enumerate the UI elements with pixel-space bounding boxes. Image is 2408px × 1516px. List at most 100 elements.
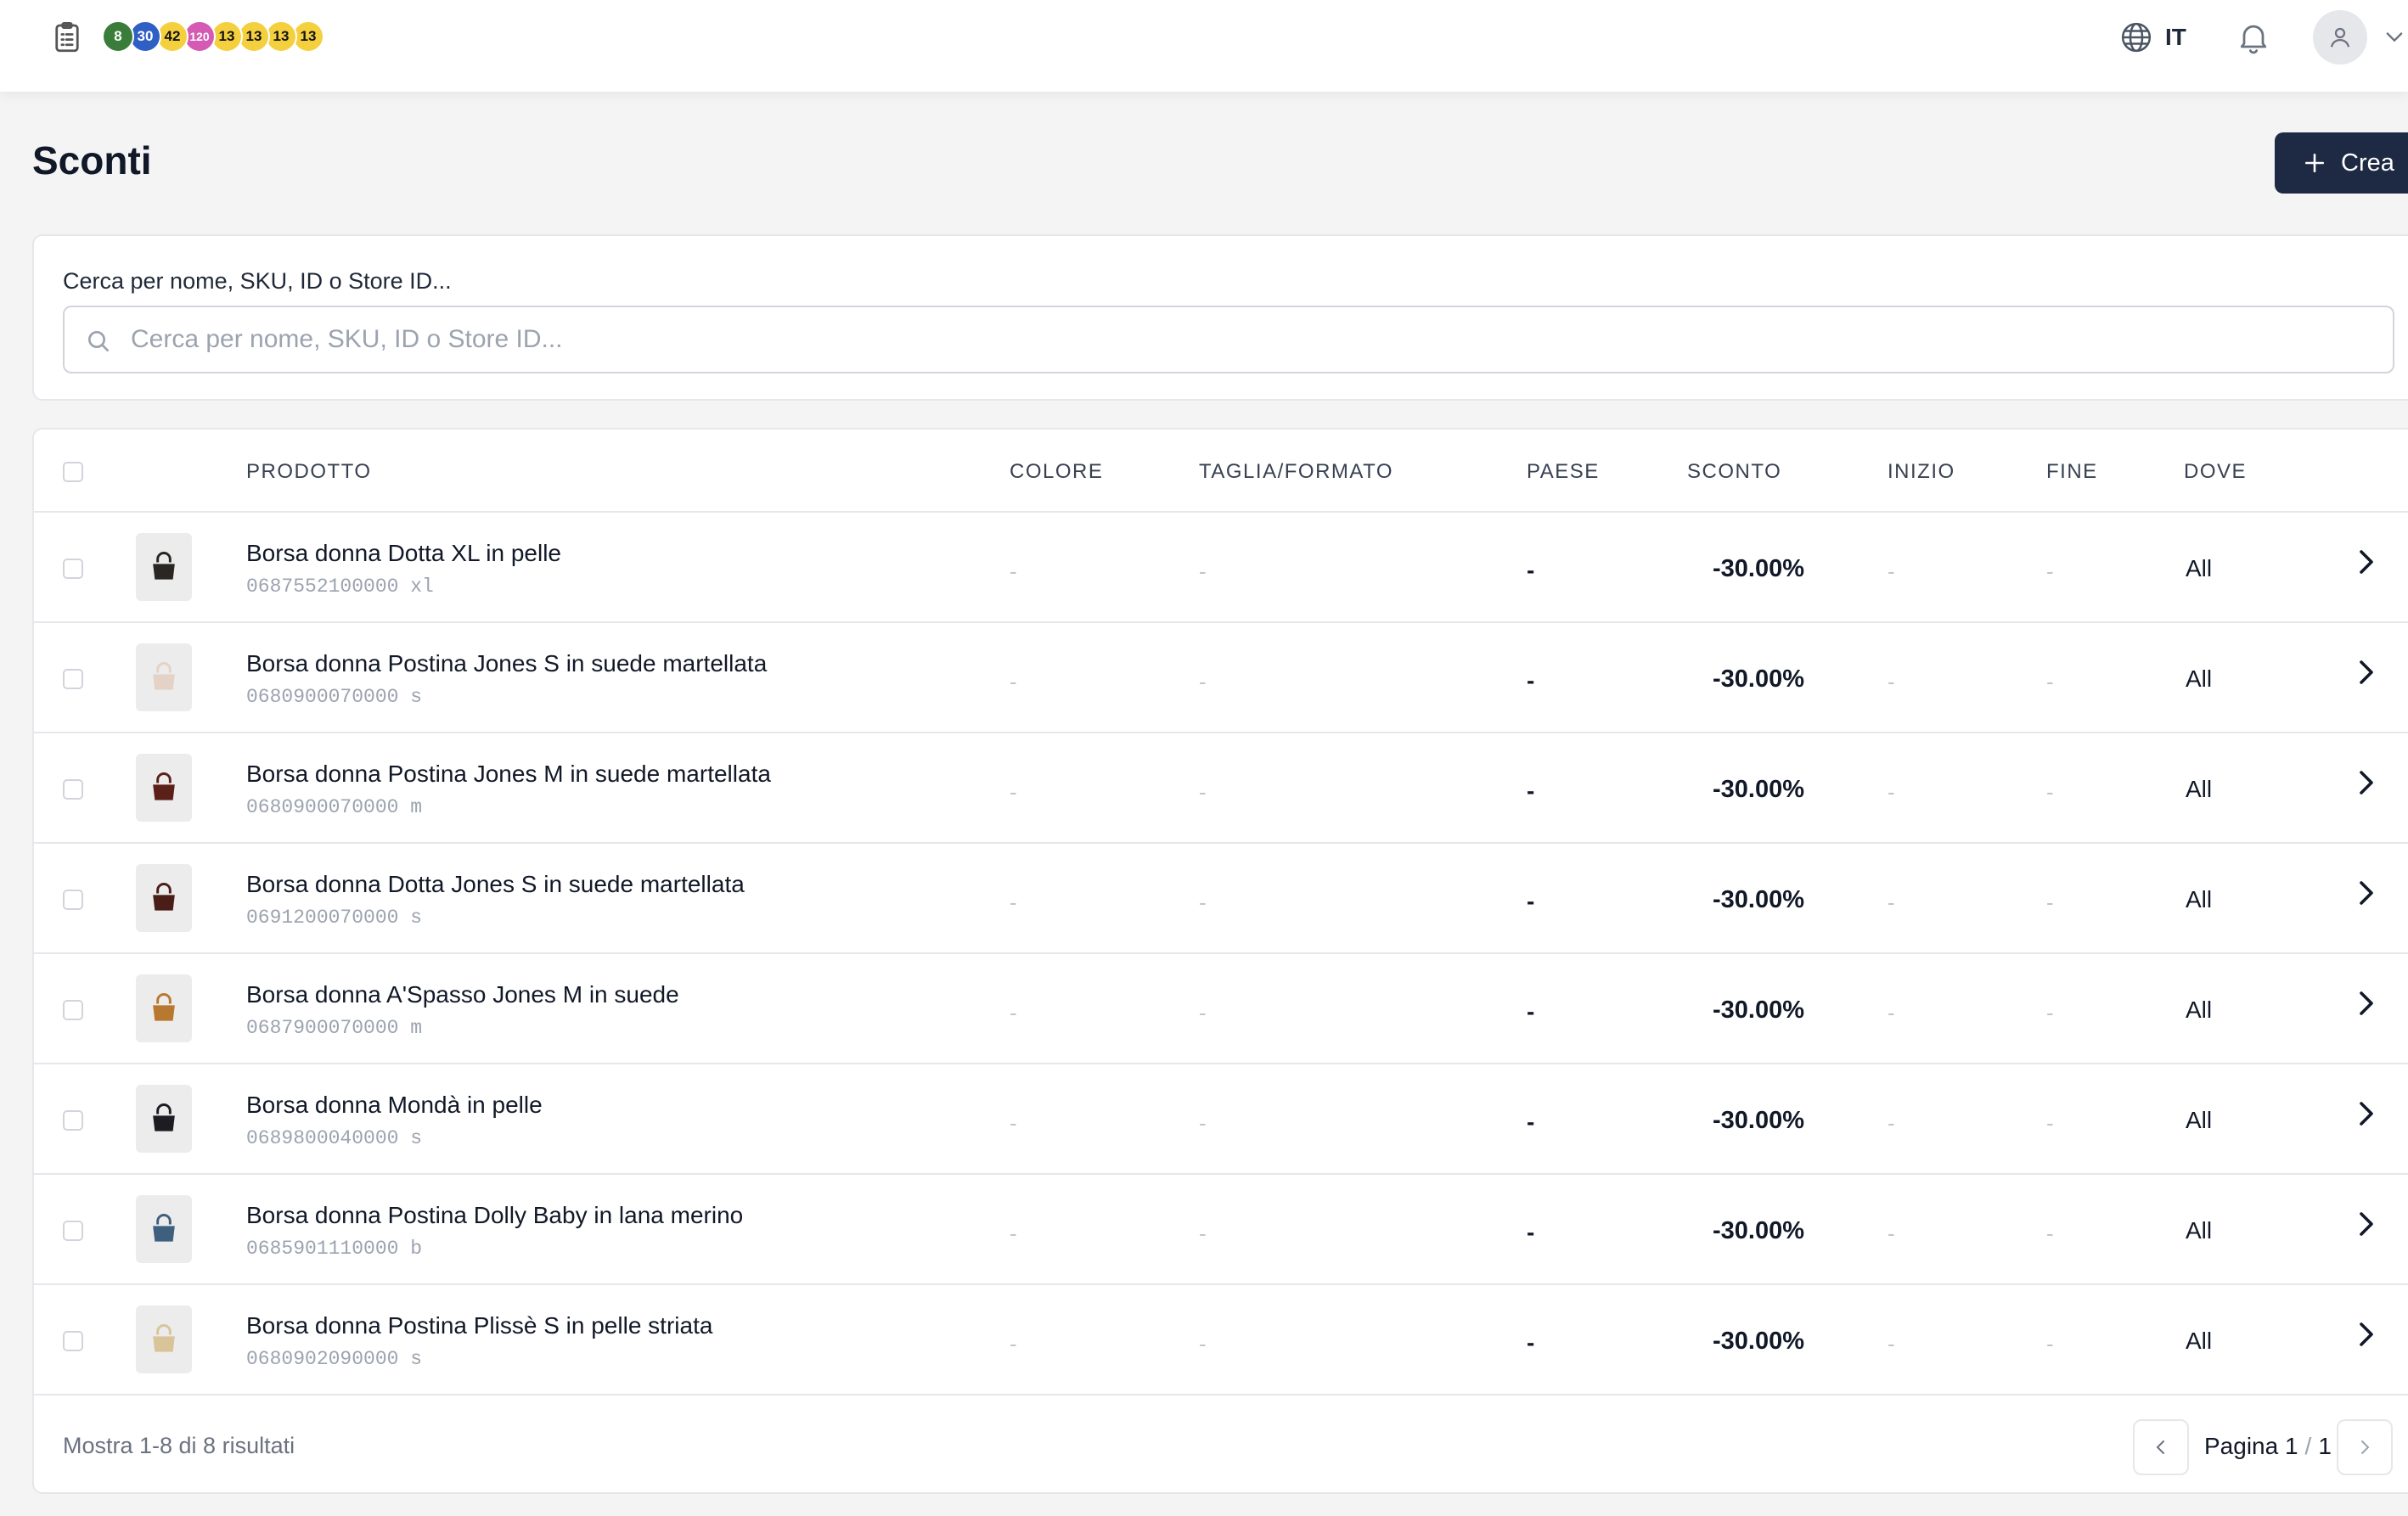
search-card: Cerca per nome, SKU, ID o Store ID... bbox=[32, 234, 2408, 401]
row-checkbox[interactable] bbox=[63, 1221, 83, 1241]
clipboard-icon[interactable] bbox=[49, 19, 85, 56]
chevron-right-icon[interactable] bbox=[2354, 878, 2379, 908]
size-value: - bbox=[1199, 669, 1207, 694]
country-value: - bbox=[1527, 1109, 1535, 1135]
page-title: Sconti bbox=[32, 138, 152, 182]
color-value: - bbox=[1010, 559, 1017, 584]
table-footer: Mostra 1-8 di 8 risultati Pagina 1 / 1 bbox=[34, 1395, 2408, 1492]
end-value: - bbox=[2046, 1110, 2054, 1136]
row-checkbox[interactable] bbox=[63, 890, 83, 910]
country-value: - bbox=[1527, 778, 1535, 804]
bag-icon bbox=[153, 1214, 175, 1242]
create-button[interactable]: Crea bbox=[2275, 132, 2408, 194]
count-badge[interactable]: 8 bbox=[102, 20, 134, 53]
chevron-right-icon[interactable] bbox=[2354, 767, 2379, 798]
color-value: - bbox=[1010, 1221, 1017, 1246]
product-sku: 0680900070000 s bbox=[246, 686, 423, 708]
where-value: All bbox=[2186, 1217, 2213, 1244]
column-header-discount[interactable]: SCONTO bbox=[1687, 460, 1781, 484]
start-value: - bbox=[1888, 1331, 1895, 1356]
chevron-right-icon[interactable] bbox=[2354, 988, 2379, 1019]
where-value: All bbox=[2186, 555, 2213, 581]
row-checkbox[interactable] bbox=[63, 1000, 83, 1020]
column-header-country[interactable]: PAESE bbox=[1527, 460, 1600, 484]
column-header-start[interactable]: INIZIO bbox=[1888, 460, 1955, 484]
row-checkbox[interactable] bbox=[63, 1331, 83, 1351]
table-row[interactable]: Borsa donna Dotta XL in pelle 06875521000… bbox=[34, 513, 2408, 623]
where-value: All bbox=[2186, 886, 2213, 912]
size-value: - bbox=[1199, 1000, 1207, 1025]
chevron-right-icon[interactable] bbox=[2354, 1319, 2379, 1350]
bell-icon[interactable] bbox=[2235, 19, 2272, 56]
discount-value: -30.00% bbox=[1713, 1217, 1805, 1244]
row-checkbox[interactable] bbox=[63, 1110, 83, 1131]
bag-icon bbox=[153, 993, 175, 1021]
color-value: - bbox=[1010, 1000, 1017, 1025]
product-name: Borsa donna Dotta Jones S in suede marte… bbox=[246, 871, 745, 897]
search-input[interactable] bbox=[131, 307, 2372, 372]
avatar[interactable] bbox=[2313, 10, 2367, 65]
previous-page-button[interactable] bbox=[2133, 1419, 2189, 1475]
chevron-right-icon[interactable] bbox=[2354, 657, 2379, 688]
row-checkbox[interactable] bbox=[63, 779, 83, 800]
results-summary: Mostra 1-8 di 8 risultati bbox=[63, 1433, 295, 1458]
product-sku: 0685901110000 b bbox=[246, 1238, 423, 1260]
table-row[interactable]: Borsa donna Postina Dolly Baby in lana m… bbox=[34, 1175, 2408, 1285]
end-value: - bbox=[2046, 1331, 2054, 1356]
row-checkbox[interactable] bbox=[63, 669, 83, 689]
table-row[interactable]: Borsa donna Postina Plissè S in pelle st… bbox=[34, 1285, 2408, 1395]
table-row[interactable]: Borsa donna A'Spasso Jones M in suede 068… bbox=[34, 954, 2408, 1064]
where-value: All bbox=[2186, 997, 2213, 1023]
table-row[interactable]: Borsa donna Mondà in pelle 0689800040000 … bbox=[34, 1064, 2408, 1175]
start-value: - bbox=[1888, 559, 1895, 584]
column-header-end[interactable]: FINE bbox=[2046, 460, 2098, 484]
product-name: Borsa donna Postina Dolly Baby in lana m… bbox=[246, 1202, 744, 1228]
table-row[interactable]: Borsa donna Postina Jones S in suede mar… bbox=[34, 623, 2408, 733]
product-sku: 0680902090000 s bbox=[246, 1348, 423, 1370]
language-label: IT bbox=[2165, 24, 2186, 50]
language-selector[interactable]: IT bbox=[2119, 19, 2186, 56]
discount-value: -30.00% bbox=[1713, 555, 1805, 582]
chevron-right-icon[interactable] bbox=[2354, 1098, 2379, 1129]
product-name: Borsa donna Postina Plissè S in pelle st… bbox=[246, 1312, 713, 1339]
table-row[interactable]: Borsa donna Dotta Jones S in suede marte… bbox=[34, 844, 2408, 954]
select-all-checkbox[interactable] bbox=[63, 462, 83, 482]
create-button-label: Crea bbox=[2341, 149, 2394, 177]
page-separator: / bbox=[2304, 1433, 2312, 1459]
end-value: - bbox=[2046, 559, 2054, 584]
table-row[interactable]: Borsa donna Postina Jones M in suede mar… bbox=[34, 733, 2408, 844]
where-value: All bbox=[2186, 1107, 2213, 1133]
end-value: - bbox=[2046, 669, 2054, 694]
country-value: - bbox=[1527, 888, 1535, 914]
chevron-right-icon[interactable] bbox=[2354, 547, 2379, 577]
bag-icon bbox=[153, 552, 175, 580]
column-header-where[interactable]: DOVE bbox=[2184, 460, 2247, 484]
discount-value: -30.00% bbox=[1713, 997, 1805, 1024]
country-value: - bbox=[1527, 667, 1535, 693]
chevron-down-icon[interactable] bbox=[2383, 27, 2406, 46]
start-value: - bbox=[1888, 669, 1895, 694]
start-value: - bbox=[1888, 890, 1895, 915]
discounts-table: PRODOTTO COLORE TAGLIA/FORMATO PAESE SCO… bbox=[32, 428, 2408, 1494]
bag-icon bbox=[153, 1103, 175, 1131]
current-page: Pagina 1 bbox=[2204, 1433, 2298, 1459]
product-sku: 0691200070000 s bbox=[246, 907, 423, 929]
start-value: - bbox=[1888, 779, 1895, 805]
product-thumbnail bbox=[136, 1195, 192, 1263]
column-header-product[interactable]: PRODOTTO bbox=[246, 460, 372, 484]
size-value: - bbox=[1199, 1110, 1207, 1136]
chevron-right-icon[interactable] bbox=[2354, 1209, 2379, 1239]
product-name: Borsa donna Postina Jones M in suede mar… bbox=[246, 761, 771, 787]
next-page-button[interactable] bbox=[2337, 1419, 2393, 1475]
total-pages: 1 bbox=[2318, 1433, 2332, 1459]
row-checkbox[interactable] bbox=[63, 559, 83, 579]
product-sku: 0689800040000 s bbox=[246, 1127, 423, 1149]
user-icon bbox=[2330, 27, 2350, 48]
column-header-color[interactable]: COLORE bbox=[1010, 460, 1103, 484]
size-value: - bbox=[1199, 1221, 1207, 1246]
search-box[interactable] bbox=[63, 306, 2394, 373]
column-header-size[interactable]: TAGLIA/FORMATO bbox=[1199, 460, 1393, 484]
start-value: - bbox=[1888, 1110, 1895, 1136]
size-value: - bbox=[1199, 559, 1207, 584]
product-sku: 0687900070000 m bbox=[246, 1017, 423, 1039]
